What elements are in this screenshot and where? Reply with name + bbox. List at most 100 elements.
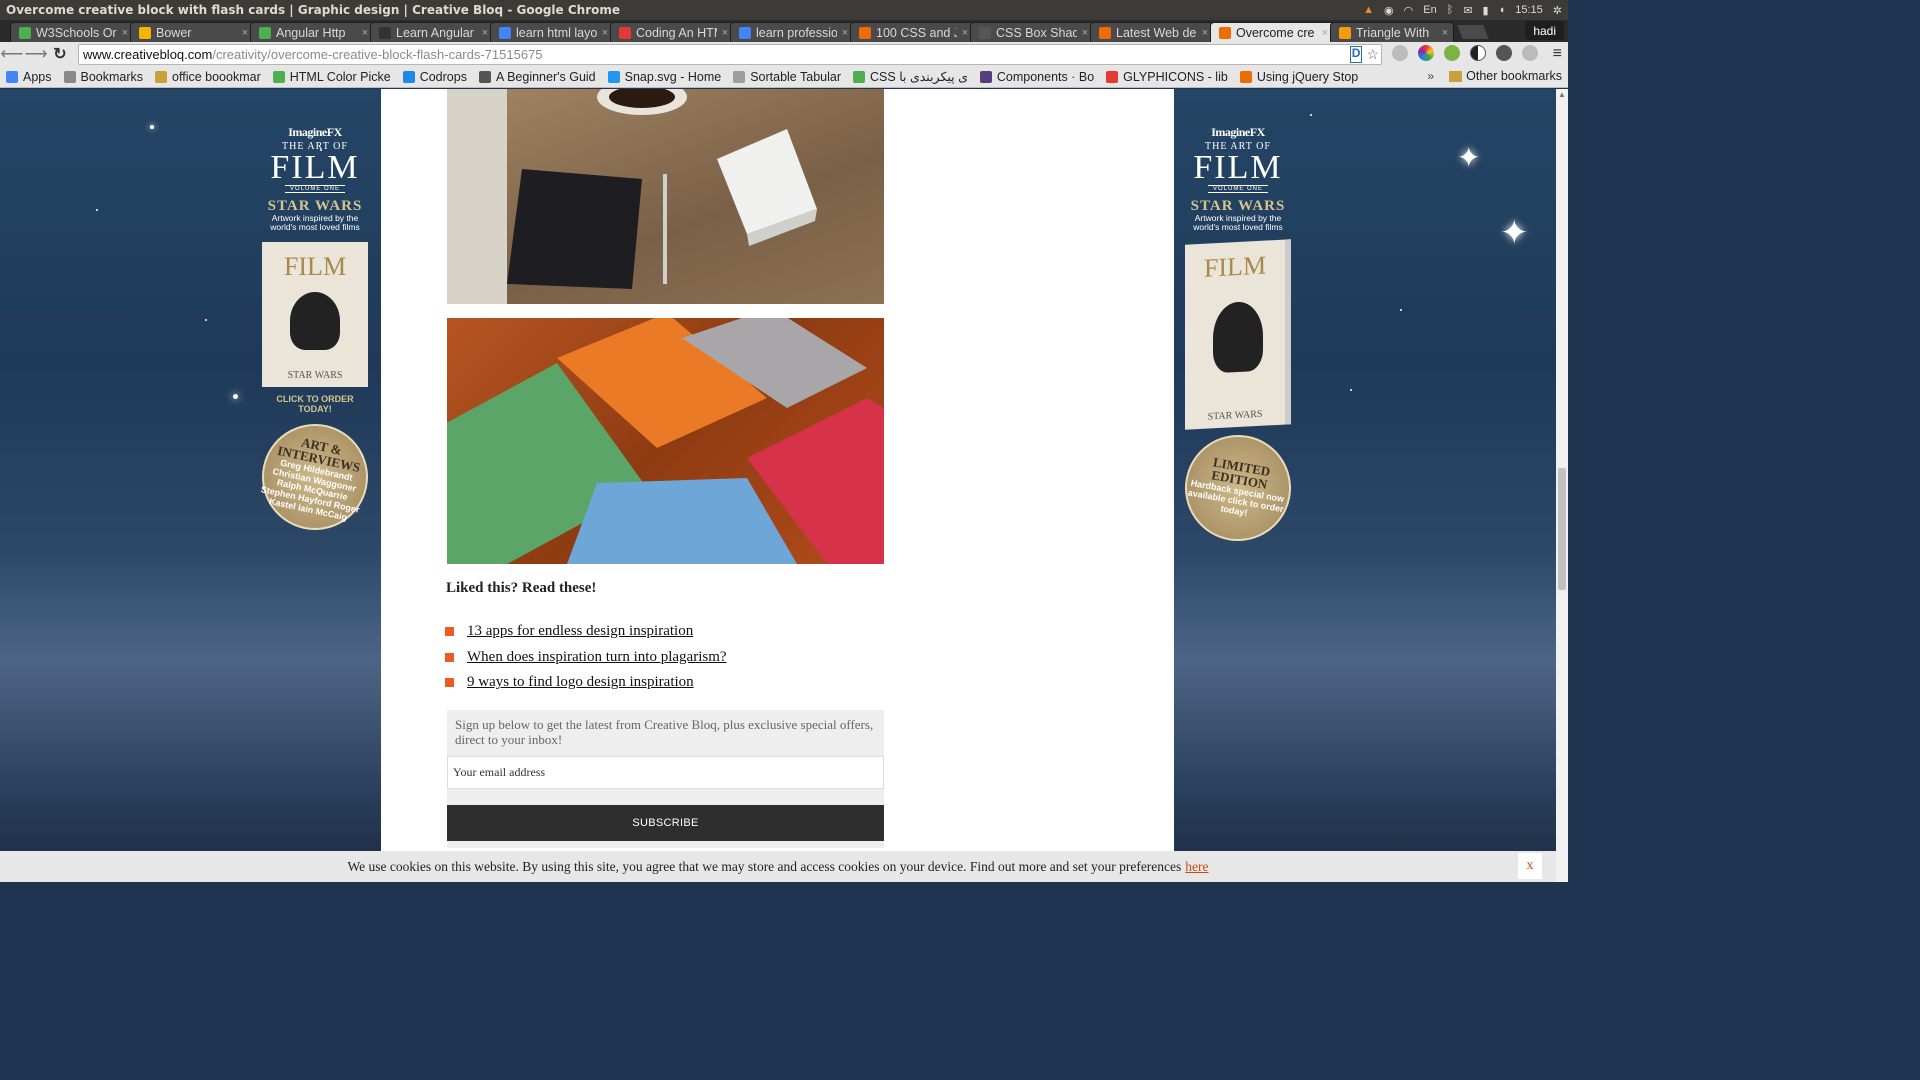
bullet-square-icon: [445, 627, 454, 637]
desk-illustration: [447, 89, 817, 304]
tab-favicon-icon: [259, 26, 271, 39]
tab-favicon-icon: [1219, 26, 1231, 39]
bookmark-item[interactable]: HTML Color Picke: [272, 69, 391, 84]
browser-tab[interactable]: Overcome cre ×: [1210, 22, 1334, 42]
related-article-link[interactable]: 9 ways to find logo design inspiration: [467, 674, 694, 691]
ad-star-wars: STAR WARS: [267, 198, 363, 214]
chrome-icon[interactable]: ◉: [1384, 4, 1394, 17]
related-article-link[interactable]: When does inspiration turn into plagaris…: [467, 649, 727, 666]
browser-tab[interactable]: learn html layo ×: [490, 22, 614, 42]
cookie-close-button[interactable]: x: [1518, 853, 1542, 879]
scroll-thumb[interactable]: [1558, 468, 1566, 590]
tab-label: Learn Angular: [396, 25, 474, 40]
keyboard-layout[interactable]: En: [1423, 4, 1436, 16]
book-subtitle: STAR WARS: [287, 370, 343, 381]
scroll-up-icon[interactable]: ▲: [1558, 90, 1566, 99]
window-title-bar: Overcome creative block with flash cards…: [0, 0, 1568, 20]
desk-photo: [447, 89, 884, 304]
bookmark-item[interactable]: GLYPHICONS - lib: [1106, 70, 1228, 84]
email-field[interactable]: Your email address: [447, 756, 884, 789]
wordpress-icon[interactable]: [1496, 45, 1512, 61]
bookmark-star-icon[interactable]: ☆: [1366, 46, 1379, 63]
tab-close-icon[interactable]: ×: [1437, 27, 1453, 39]
flash-cards-photo: [447, 318, 884, 564]
browser-tab[interactable]: Bower ×: [130, 22, 254, 42]
bookmark-label: Using jQuery Stop: [1256, 69, 1359, 84]
bookmark-item[interactable]: Sortable Tabular: [733, 70, 841, 84]
bookmark-item[interactable]: CSS ی پیکربندی با: [853, 69, 968, 84]
bookmarks-bar: Apps Bookmarks office boookmar HTML Color P…: [0, 66, 1568, 88]
related-article-link[interactable]: 13 apps for endless design inspiration: [467, 623, 693, 640]
subscribe-button[interactable]: SUBSCRIBE: [447, 805, 884, 841]
bookmark-item[interactable]: Apps: [6, 70, 52, 84]
book-cover-image: FILM STAR WARS: [262, 242, 368, 387]
page-scrollbar[interactable]: ▲: [1556, 89, 1568, 882]
bookmark-label: GLYPHICONS - lib: [1123, 69, 1228, 84]
bookmark-icon: [478, 70, 491, 83]
volume-icon[interactable]: ◖: [1499, 4, 1506, 16]
bookmark-item[interactable]: Snap.svg - Home: [607, 70, 721, 84]
tab-favicon-icon: [139, 26, 151, 39]
bookmark-item[interactable]: office boookmar: [155, 70, 261, 84]
contrast-icon[interactable]: [1470, 45, 1486, 61]
other-bookmarks[interactable]: Other bookmarks: [1449, 69, 1562, 83]
profile-button[interactable]: hadi: [1525, 21, 1564, 40]
bookmark-item[interactable]: Using jQuery Stop: [1239, 69, 1359, 84]
tab-label: Bower: [156, 25, 192, 40]
mail-icon[interactable]: ✉: [1463, 4, 1472, 17]
bookmark-item[interactable]: Bookmarks: [63, 70, 143, 84]
bookmarks-overflow-icon[interactable]: »: [1427, 69, 1434, 83]
browser-toolbar: ⟵ ⟶ ↻ www.creativebloq.com/creativity/ov…: [0, 42, 1568, 66]
address-bar[interactable]: www.creativebloq.com/creativity/overcome…: [78, 44, 1382, 65]
browser-tab[interactable]: Coding An HTML×: [610, 22, 734, 42]
article-content: Liked this? Read these! 13 apps for endl…: [381, 89, 1174, 882]
vlc-icon[interactable]: ▲: [1363, 4, 1374, 16]
browser-tab[interactable]: CSS Box Shado×: [970, 22, 1094, 42]
browser-tab[interactable]: W3Schools Or ×: [10, 22, 134, 42]
bookmark-icon: [272, 70, 285, 83]
bookmark-item[interactable]: Components · Bo: [979, 70, 1094, 84]
recycle-icon[interactable]: [1392, 45, 1408, 61]
bookmark-icon: [402, 70, 415, 83]
globe-icon[interactable]: [1444, 45, 1460, 61]
browser-tab[interactable]: Learn Angular ×: [370, 22, 494, 42]
ad-badge: ART & INTERVIEWS Greg Hildebrandt Christ…: [252, 414, 378, 540]
browser-tab[interactable]: Angular Http ×: [250, 22, 374, 42]
bluetooth-icon[interactable]: ᛒ: [1447, 4, 1454, 16]
hamburger-menu-icon[interactable]: ≡: [1553, 45, 1562, 63]
browser-tab[interactable]: Latest Web de ×: [1090, 22, 1214, 42]
settings-gear-icon[interactable]: ✲: [1553, 4, 1562, 17]
battery-icon[interactable]: ▮: [1483, 4, 1489, 17]
new-tab-button[interactable]: [1457, 25, 1489, 39]
blue-card-shape: [567, 478, 797, 564]
related-item: 13 apps for endless design inspiration: [445, 619, 727, 645]
clock[interactable]: 15:15: [1515, 4, 1543, 16]
bookmark-item[interactable]: Codrops: [402, 70, 467, 84]
browser-tab[interactable]: learn professio ×: [730, 22, 854, 42]
darth-vader-illustration: [290, 292, 340, 350]
color-wheel-icon[interactable]: [1418, 45, 1434, 61]
forward-arrow-icon[interactable]: ⟶: [24, 44, 48, 64]
browser-tab[interactable]: Triangle With ×: [1330, 22, 1454, 42]
hat-icon[interactable]: [1522, 45, 1538, 61]
related-item: When does inspiration turn into plagaris…: [445, 645, 727, 671]
back-arrow-icon[interactable]: ⟵: [0, 44, 24, 64]
ad-right[interactable]: ImagineFX THE ART OF FILM VOLUME ONE STA…: [1176, 125, 1300, 550]
extension-d-icon[interactable]: D: [1349, 46, 1363, 63]
window-title: Overcome creative block with flash cards…: [6, 3, 620, 17]
ad-cta[interactable]: CLICK TO ORDER TODAY!: [260, 394, 370, 414]
related-item: 9 ways to find logo design inspiration: [445, 670, 727, 696]
reload-icon[interactable]: ↻: [48, 44, 72, 64]
pen-shape: [663, 174, 667, 284]
tab-label: Overcome cre: [1236, 25, 1315, 40]
ad-tagline: Artwork inspired by the world's most lov…: [1193, 213, 1283, 232]
bookmark-item[interactable]: A Beginner's Guid: [478, 70, 596, 84]
cookie-preferences-link[interactable]: here: [1185, 859, 1208, 875]
browser-tab[interactable]: 100 CSS and J ×: [850, 22, 974, 42]
wifi-icon[interactable]: ◠: [1404, 4, 1414, 17]
tab-favicon-icon: [979, 26, 991, 39]
ad-film-title: FILM: [270, 149, 360, 186]
ad-left[interactable]: ImagineFX THE ART OF FILM VOLUME ONE STA…: [252, 125, 378, 545]
bookmark-label: HTML Color Picke: [289, 69, 391, 84]
tab-favicon-icon: [499, 26, 511, 39]
